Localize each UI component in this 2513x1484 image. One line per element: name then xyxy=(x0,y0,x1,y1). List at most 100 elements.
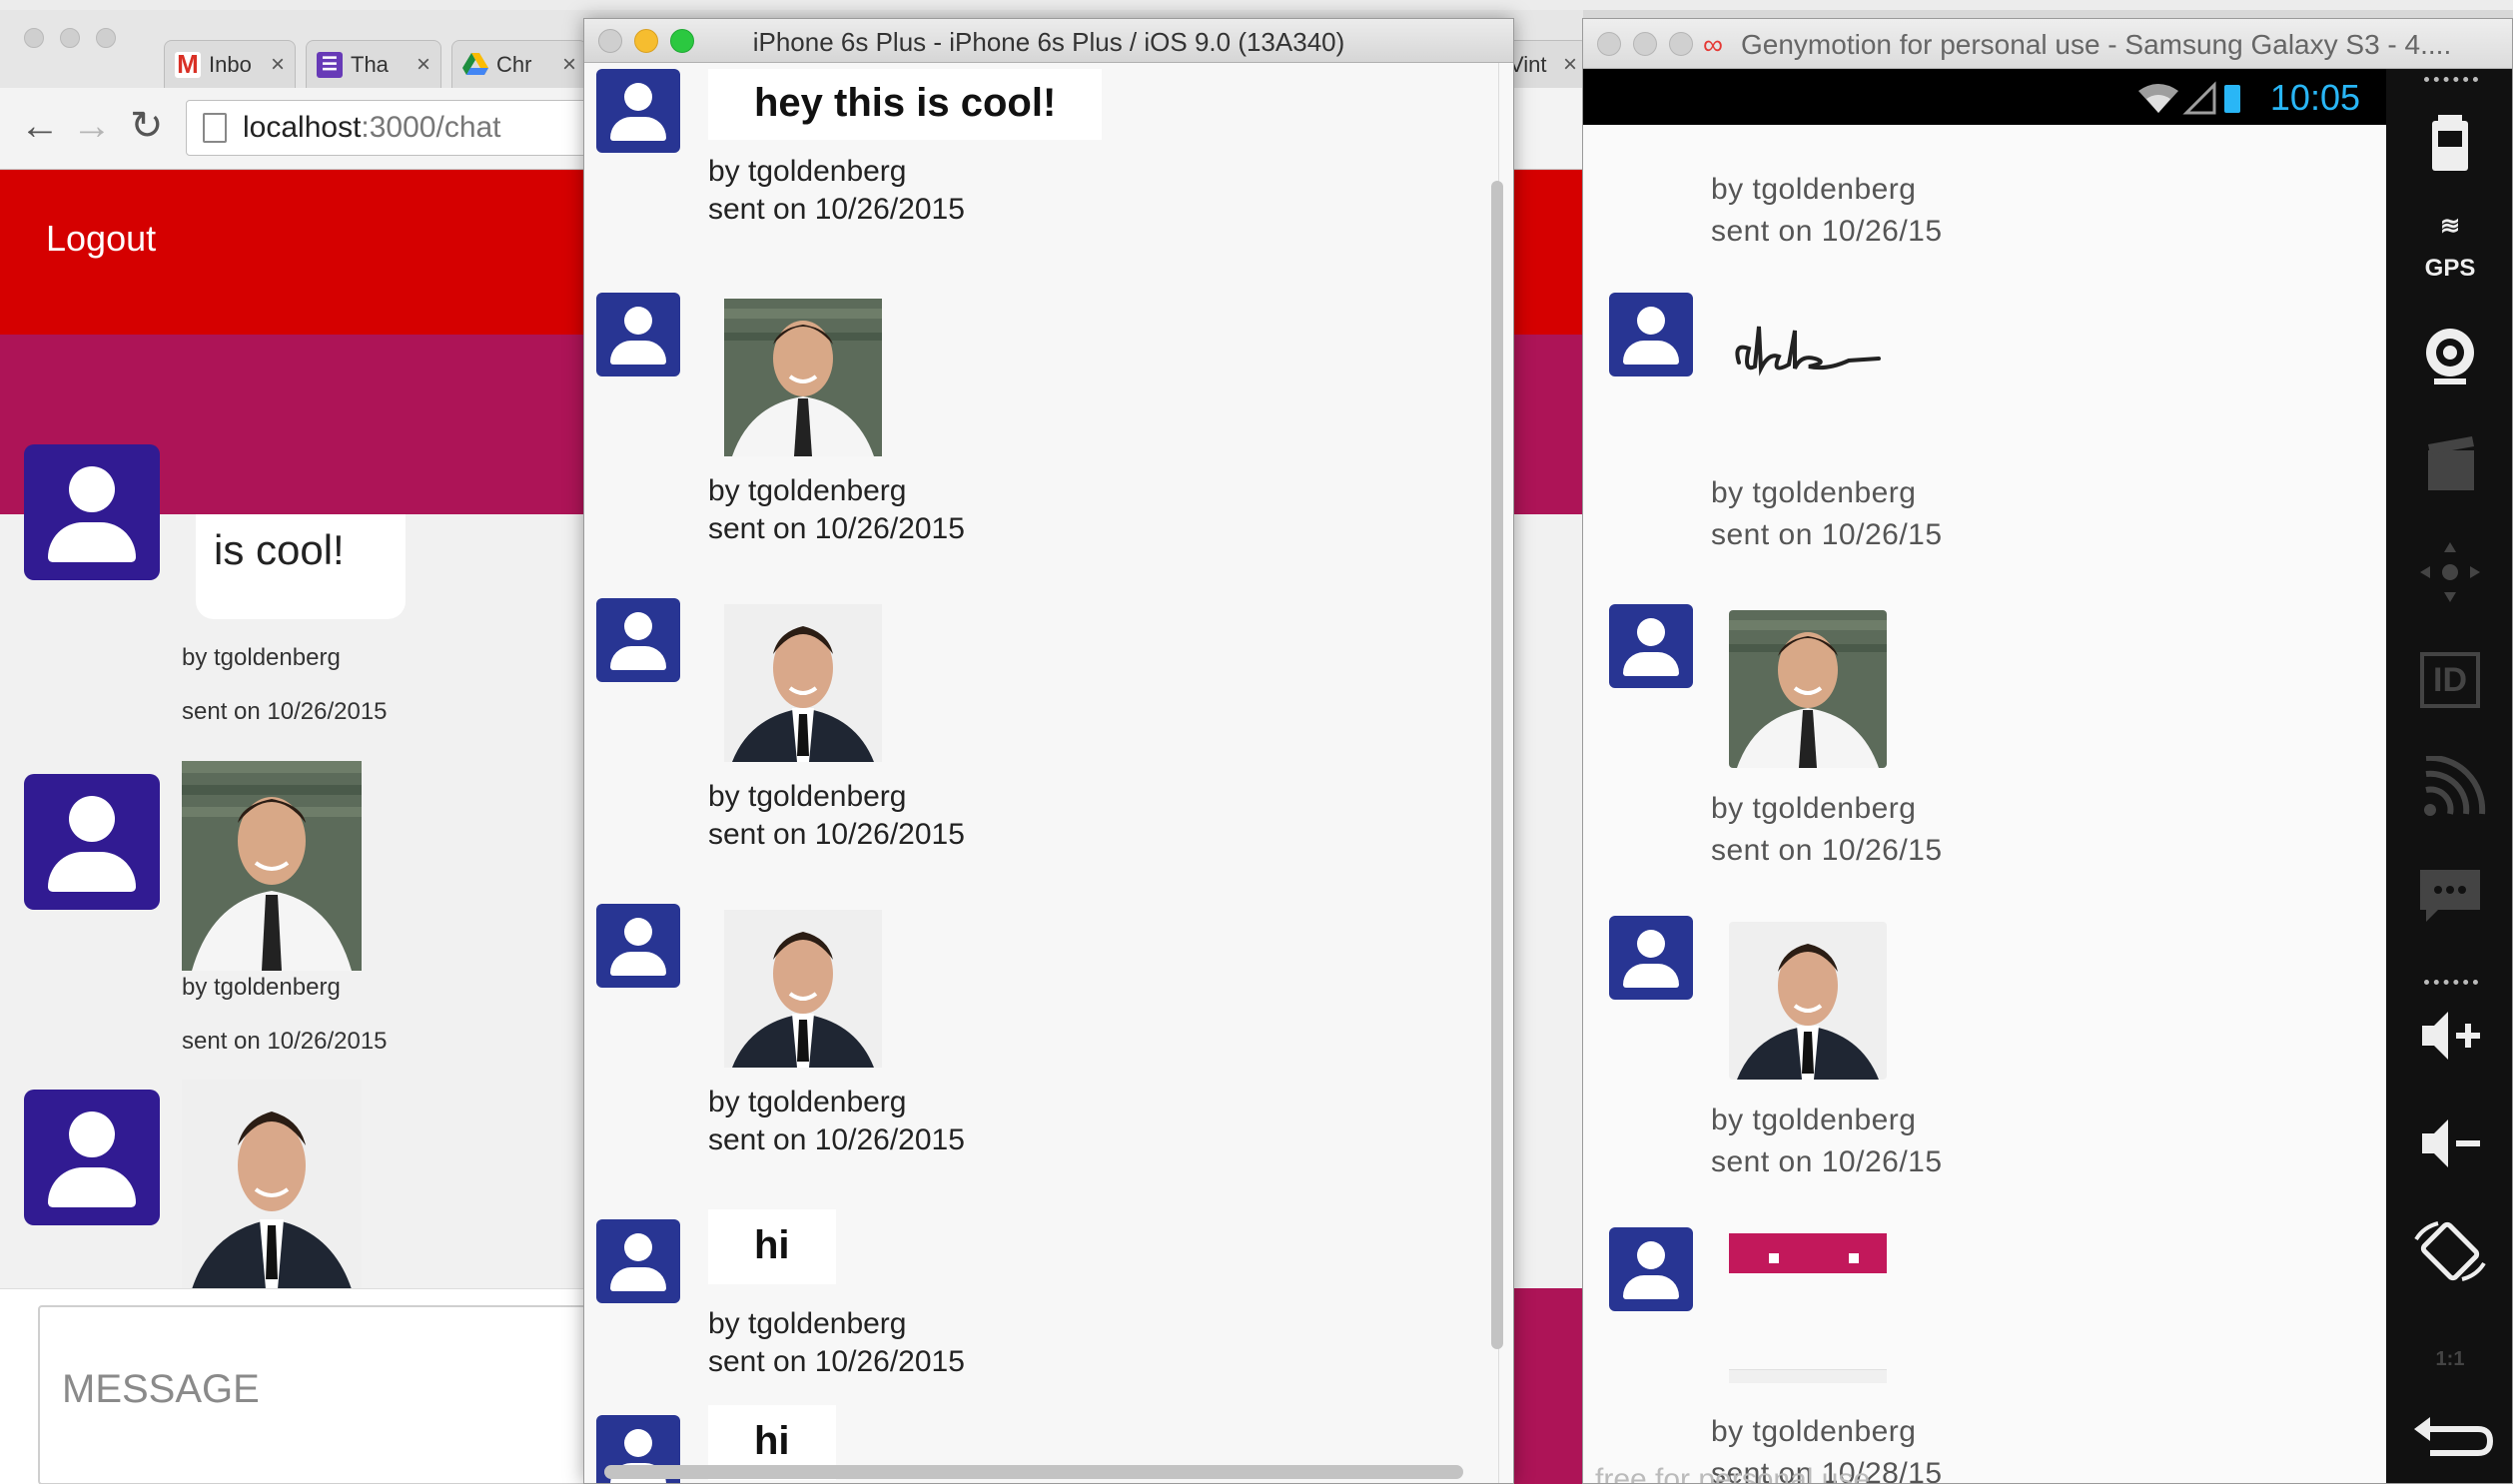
scale-label: 1:1 xyxy=(2435,1348,2465,1370)
simulator-titlebar: iPhone 6s Plus - iPhone 6s Plus / iOS 9.… xyxy=(584,19,1513,63)
photo-message xyxy=(1729,922,1887,1080)
url-path: :3000/chat xyxy=(361,111,501,144)
app-side-band xyxy=(1513,170,1583,1484)
ios-chat-screen: hey this is cool! by tgoldenberg sent on… xyxy=(584,63,1499,1483)
logout-button[interactable]: Logout xyxy=(46,218,156,260)
message-author: by tgoldenberg xyxy=(708,474,907,507)
message-date: sent on 10/26/2015 xyxy=(182,1028,388,1055)
reload-icon[interactable]: ↻ xyxy=(130,106,164,146)
vertical-scrollbar[interactable] xyxy=(1491,181,1503,1349)
tab-label: Chr xyxy=(496,51,532,77)
android-clock: 10:05 xyxy=(2269,77,2360,118)
message-author: by tgoldenberg xyxy=(182,974,341,1001)
photo-message xyxy=(724,299,882,456)
gps-icon[interactable]: ≋ GPS xyxy=(2386,215,2512,301)
zoom-window-button[interactable] xyxy=(1669,32,1693,56)
tab-label: Tha xyxy=(351,51,389,77)
drive-icon xyxy=(462,52,488,78)
message-date: sent on 10/26/2015 xyxy=(708,193,965,226)
screenshot-message xyxy=(1729,1233,1887,1393)
close-window-button[interactable] xyxy=(1597,32,1621,56)
tab-forms[interactable]: ☰ Tha × xyxy=(306,40,441,88)
simulator-title: iPhone 6s Plus - iPhone 6s Plus / iOS 9.… xyxy=(752,27,1345,57)
scale-icon[interactable]: 1:1 xyxy=(2386,1327,2512,1391)
android-chat-screen: by tgoldenberg sent on 10/26/15 by tgold… xyxy=(1583,125,2386,1484)
media-icon[interactable] xyxy=(2386,432,2512,496)
user-avatar-icon xyxy=(24,1090,160,1225)
volume-down-icon[interactable] xyxy=(2386,1112,2512,1175)
user-avatar-icon xyxy=(24,444,160,580)
zoom-window-button[interactable] xyxy=(96,28,116,48)
sidebar-grip xyxy=(2424,77,2478,82)
dpad-icon[interactable] xyxy=(2386,540,2512,604)
id-label: ID xyxy=(2420,652,2480,708)
message-author: by tgoldenberg xyxy=(182,644,341,671)
genymotion-sidebar: ≋ GPS ID 1:1 xyxy=(2386,69,2512,1483)
forward-arrow-icon[interactable]: → xyxy=(72,106,112,146)
message-date: sent on 10/26/2015 xyxy=(708,818,965,851)
close-tab-icon[interactable]: × xyxy=(417,51,430,79)
message-date: sent on 10/26/15 xyxy=(1711,834,1943,867)
message-bubble: hi xyxy=(708,1209,836,1284)
signature-message xyxy=(1729,313,1889,392)
url-host: localhost xyxy=(243,111,362,144)
message-bubble: is cool! xyxy=(196,514,406,619)
genymotion-watermark: free for personal use xyxy=(1595,1463,1871,1484)
photo-message xyxy=(182,761,362,971)
tab-drive[interactable]: Chr × xyxy=(451,40,587,88)
back-icon[interactable] xyxy=(2386,1407,2512,1471)
android-status-bar: 10:05 xyxy=(1583,69,2386,125)
genymotion-logo-icon: ∞ xyxy=(1703,29,1723,60)
horizontal-scrollbar[interactable] xyxy=(604,1465,1463,1479)
close-tab-icon[interactable]: × xyxy=(1563,51,1577,79)
sms-icon[interactable] xyxy=(2386,864,2512,928)
webcam-icon[interactable] xyxy=(2386,325,2512,388)
photo-message xyxy=(1729,610,1887,768)
user-avatar-icon xyxy=(1609,1227,1693,1311)
message-author: by tgoldenberg xyxy=(1711,1104,1917,1136)
message-author: by tgoldenberg xyxy=(708,1086,907,1118)
forms-icon: ☰ xyxy=(317,51,343,78)
message-date: sent on 10/26/15 xyxy=(1711,215,1943,248)
battery-icon[interactable] xyxy=(2386,109,2512,173)
message-author: by tgoldenberg xyxy=(708,780,907,813)
minimize-window-button[interactable] xyxy=(1633,32,1657,56)
ios-simulator-window: iPhone 6s Plus - iPhone 6s Plus / iOS 9.… xyxy=(583,18,1514,1484)
cast-icon[interactable] xyxy=(2386,756,2512,820)
photo-message xyxy=(724,910,882,1068)
message-date: sent on 10/26/2015 xyxy=(182,698,388,725)
url-text: localhost:3000/chat xyxy=(243,111,501,145)
macos-menu-bar xyxy=(0,0,2513,10)
user-avatar-icon xyxy=(596,1219,680,1303)
user-avatar-icon xyxy=(1609,604,1693,688)
tab-inbox[interactable]: M Inbo × xyxy=(164,40,296,88)
message-bubble: hey this is cool! xyxy=(708,69,1103,140)
message-author: by tgoldenberg xyxy=(1711,173,1917,206)
genymotion-titlebar: ∞ Genymotion for personal use - Samsung … xyxy=(1583,19,2512,69)
close-window-button[interactable] xyxy=(24,28,44,48)
close-tab-icon[interactable]: × xyxy=(271,51,285,79)
message-date: sent on 10/26/2015 xyxy=(708,1123,965,1156)
photo-message xyxy=(182,1080,362,1289)
message-author: by tgoldenberg xyxy=(1711,476,1917,509)
sidebar-divider xyxy=(2424,980,2478,985)
id-icon[interactable]: ID xyxy=(2386,648,2512,712)
back-arrow-icon[interactable]: ← xyxy=(20,106,60,146)
message-author: by tgoldenberg xyxy=(708,1307,907,1340)
message-date: sent on 10/26/2015 xyxy=(708,512,965,545)
close-tab-icon[interactable]: × xyxy=(562,51,576,79)
message-date: sent on 10/26/15 xyxy=(1711,518,1943,551)
rotate-icon[interactable] xyxy=(2386,1219,2512,1283)
page-icon xyxy=(203,113,227,143)
volume-up-icon[interactable] xyxy=(2386,1004,2512,1068)
user-avatar-icon xyxy=(596,293,680,376)
tab-label: Inbo xyxy=(209,51,252,77)
genymotion-window: ∞ Genymotion for personal use - Samsung … xyxy=(1582,18,2513,1484)
gps-label: GPS xyxy=(2424,255,2476,282)
user-avatar-icon xyxy=(1609,293,1693,376)
minimize-window-button[interactable] xyxy=(60,28,80,48)
tab-label: Vint xyxy=(1509,51,1547,77)
genymotion-title: Genymotion for personal use - Samsung Ga… xyxy=(1741,29,2452,60)
user-avatar-icon xyxy=(596,598,680,682)
message-date: sent on 10/26/2015 xyxy=(708,1345,965,1378)
